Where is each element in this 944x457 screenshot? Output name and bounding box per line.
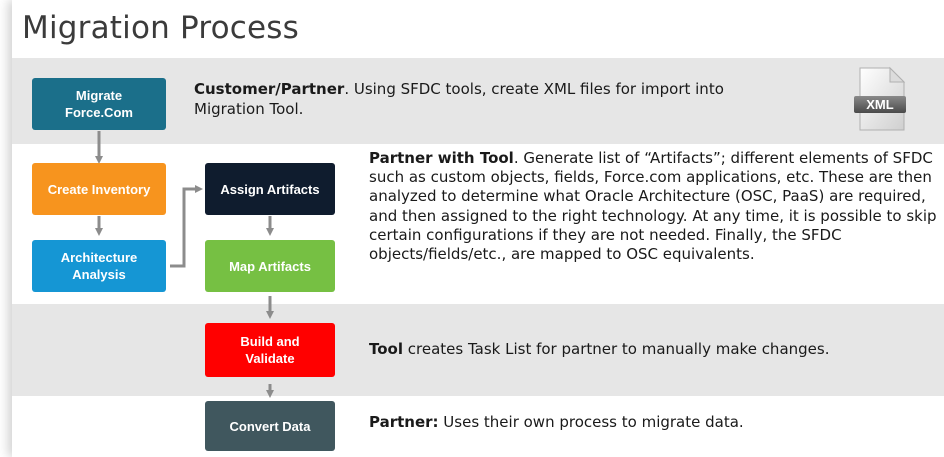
- step-build-and-validate: Build and Validate: [205, 323, 335, 377]
- description-3-text: creates Task List for partner to manuall…: [403, 340, 830, 358]
- description-4-text: Uses their own process to migrate data.: [438, 413, 744, 431]
- step-convert-data: Convert Data: [205, 401, 335, 451]
- description-1-heading: Customer/Partner: [194, 80, 345, 98]
- step-map-artifacts: Map Artifacts: [205, 240, 335, 292]
- step-migrate-force-com: Migrate Force.Com: [32, 78, 166, 130]
- description-3-heading: Tool: [369, 340, 403, 358]
- slide: Migration Process Migrate Force.Com Crea…: [12, 0, 944, 457]
- xml-file-icon: XML: [850, 66, 910, 132]
- description-2-heading: Partner with Tool: [369, 149, 514, 167]
- description-partner-tool: Partner with Tool. Generate list of “Art…: [369, 149, 941, 264]
- page-title: Migration Process: [22, 10, 300, 46]
- step-architecture-label: Architecture Analysis: [60, 250, 138, 282]
- step-inventory-label: Create Inventory: [47, 181, 151, 197]
- step-assign-label: Assign Artifacts: [220, 181, 320, 197]
- step-create-inventory: Create Inventory: [32, 163, 166, 215]
- step-migrate-label: Migrate Force.Com: [65, 88, 133, 120]
- step-build-label: Build and Validate: [240, 334, 300, 366]
- step-map-label: Map Artifacts: [229, 258, 311, 274]
- step-architecture-analysis: Architecture Analysis: [32, 240, 166, 292]
- step-convert-label: Convert Data: [229, 418, 311, 434]
- xml-icon-label: XML: [866, 97, 894, 112]
- description-partner: Partner: Uses their own process to migra…: [369, 413, 929, 433]
- description-customer-partner: Customer/Partner. Using SFDC tools, crea…: [194, 80, 794, 119]
- step-assign-artifacts: Assign Artifacts: [205, 163, 335, 215]
- description-4-heading: Partner:: [369, 413, 439, 431]
- description-tool: Tool creates Task List for partner to ma…: [369, 340, 929, 360]
